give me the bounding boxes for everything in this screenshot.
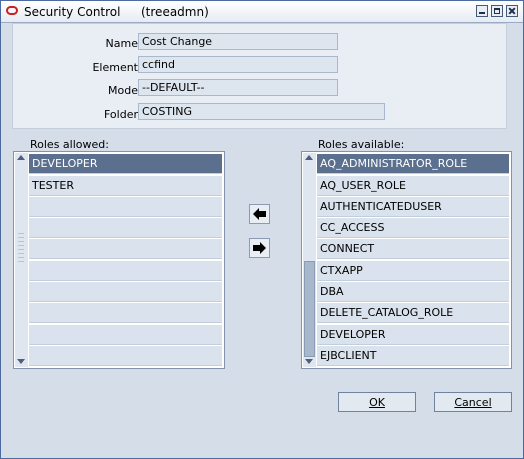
ok-button-label: OK (369, 396, 385, 409)
roles-allowed-label: Roles allowed: (30, 138, 109, 151)
name-label: Name (105, 37, 138, 50)
ok-button[interactable]: OK (338, 392, 416, 412)
arrow-right-icon (253, 242, 266, 254)
list-item-empty[interactable] (29, 346, 222, 366)
mode-field[interactable]: --DEFAULT-- (138, 79, 338, 96)
close-icon[interactable] (506, 5, 518, 17)
list-item[interactable]: CONNECT (317, 239, 509, 259)
folder-label: Folder (104, 108, 138, 121)
scrollbar-thumb[interactable] (304, 261, 315, 357)
arrow-left-icon (253, 208, 266, 220)
list-item[interactable]: TESTER (29, 176, 222, 196)
list-item[interactable]: DBA (317, 282, 509, 302)
list-item[interactable]: CC_ACCESS (317, 218, 509, 238)
oracle-logo-icon (6, 6, 18, 15)
list-item-empty[interactable] (29, 303, 222, 323)
list-item[interactable]: AQ_USER_ROLE (317, 176, 509, 196)
list-item-empty[interactable] (29, 239, 222, 259)
list-item[interactable]: DEVELOPER (29, 154, 222, 174)
title-bar: Security Control (treeadmn) (1, 1, 523, 23)
folder-field[interactable]: COSTING (138, 103, 385, 120)
roles-allowed-list[interactable]: DEVELOPER TESTER (13, 151, 225, 369)
details-panel: Name Cost Change Element ccfind Mode --D… (12, 23, 507, 129)
cancel-button[interactable]: Cancel (434, 392, 512, 412)
list-item-empty[interactable] (29, 197, 222, 217)
roles-allowed-scrollbar[interactable] (15, 153, 28, 367)
cancel-button-label: Cancel (454, 396, 492, 409)
scroll-up-icon[interactable] (17, 155, 25, 160)
security-control-window: Security Control (treeadmn) Name Cost Ch… (0, 0, 524, 459)
maximize-icon[interactable] (491, 5, 503, 17)
scroll-up-icon[interactable] (305, 155, 313, 160)
list-item[interactable]: AUTHENTICATEDUSER (317, 197, 509, 217)
move-right-button[interactable] (249, 238, 270, 258)
roles-available-label: Roles available: (318, 138, 405, 151)
element-field[interactable]: ccfind (138, 56, 338, 73)
element-label: Element (92, 61, 138, 74)
list-item[interactable]: DELETE_CATALOG_ROLE (317, 303, 509, 323)
list-item[interactable]: DEVELOPER (317, 325, 509, 345)
window-title: Security Control (24, 5, 121, 19)
roles-available-scrollbar[interactable] (303, 153, 316, 367)
roles-available-list[interactable]: AQ_ADMINISTRATOR_ROLE AQ_USER_ROLE AUTHE… (301, 151, 512, 369)
scroll-down-icon[interactable] (17, 359, 25, 364)
list-item-empty[interactable] (29, 218, 222, 238)
scrollbar-grip (18, 233, 24, 263)
list-item[interactable]: EJBCLIENT (317, 346, 509, 366)
minimize-icon[interactable] (476, 5, 488, 17)
list-item-empty[interactable] (29, 325, 222, 345)
scroll-down-icon[interactable] (305, 359, 313, 364)
list-item[interactable]: AQ_ADMINISTRATOR_ROLE (317, 154, 509, 174)
list-item-empty[interactable] (29, 261, 222, 281)
list-item[interactable]: CTXAPP (317, 261, 509, 281)
list-item-empty[interactable] (29, 282, 222, 302)
window-subtitle: (treeadmn) (141, 5, 209, 19)
name-field[interactable]: Cost Change (138, 33, 338, 50)
mode-label: Mode (108, 84, 138, 97)
move-left-button[interactable] (249, 204, 270, 224)
